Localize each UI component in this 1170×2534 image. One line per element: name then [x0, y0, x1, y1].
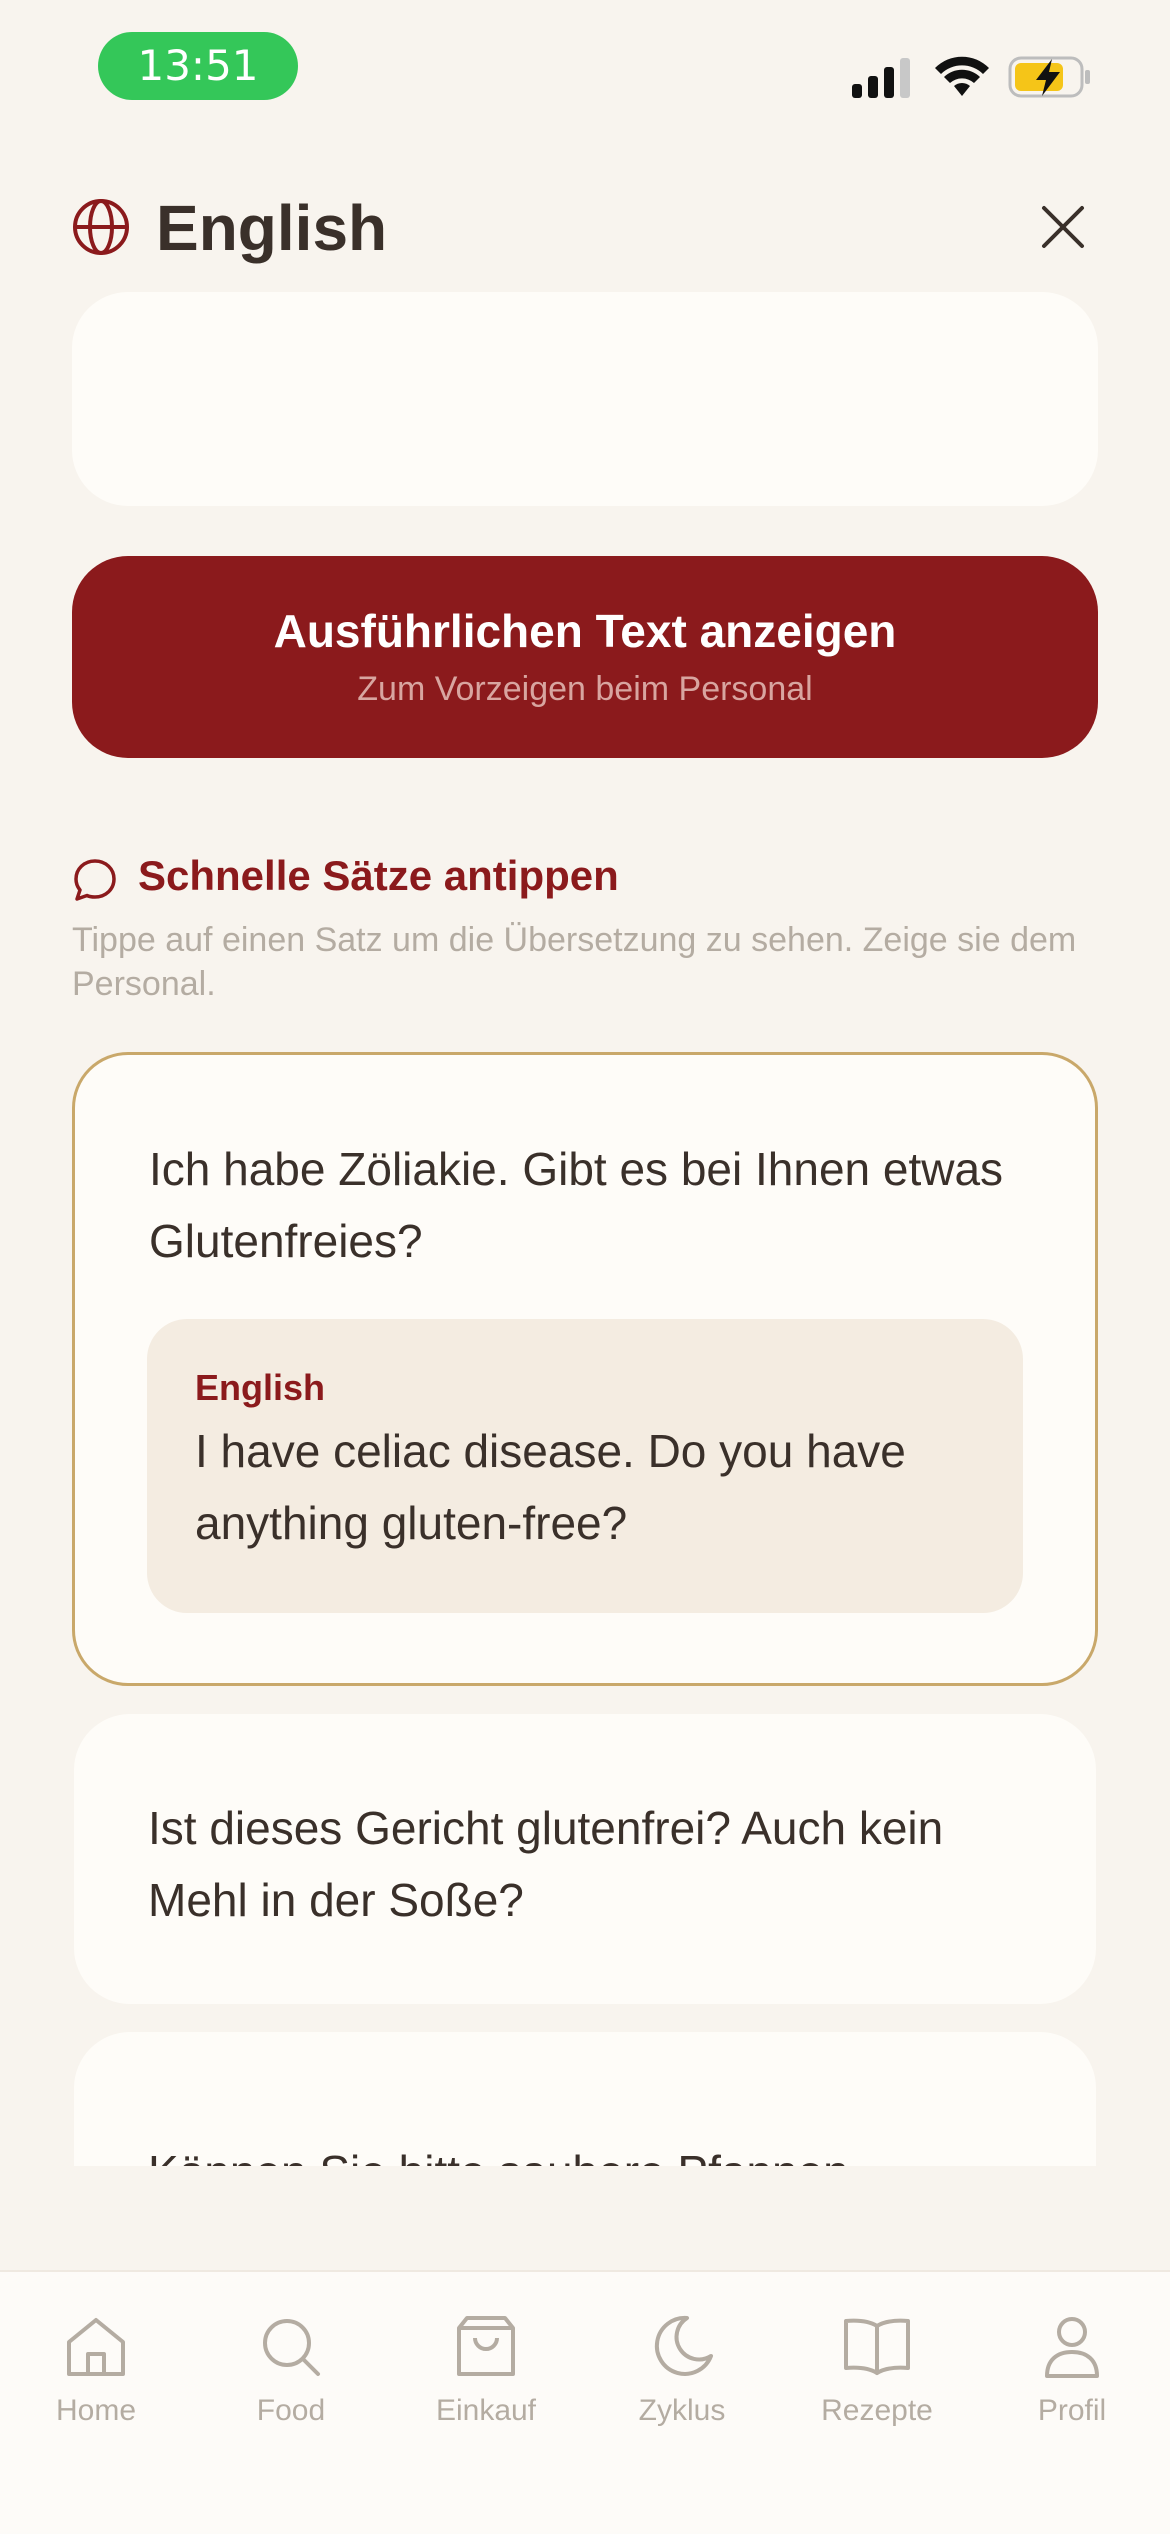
- search-icon: [263, 2319, 320, 2376]
- tab-label: Profil: [1037, 2394, 1107, 2427]
- translation-box: English I have celiac disease. Do you ha…: [147, 1319, 1023, 1613]
- tab-einkauf[interactable]: Einkauf: [396, 2312, 576, 2428]
- show-detailed-text-sublabel: Zum Vorzeigen beim Personal: [357, 670, 813, 708]
- battery-charging-icon: [1008, 56, 1090, 98]
- tab-zyklus[interactable]: Zyklus: [592, 2312, 772, 2428]
- quick-phrases-hint: Tippe auf einen Satz um die Übersetzung …: [72, 921, 1077, 1003]
- quick-phrases-title: Schnelle Sätze antippen: [138, 852, 619, 899]
- tab-profil[interactable]: Profil: [982, 2312, 1162, 2428]
- cellular-signal-icon: [852, 58, 910, 98]
- speech-bubble-icon: [74, 859, 116, 901]
- tab-label: Rezepte: [821, 2394, 933, 2427]
- show-detailed-text-label: Ausführlichen Text anzeigen: [273, 605, 897, 657]
- tab-label: Home: [55, 2394, 137, 2427]
- page-title: English: [156, 192, 388, 264]
- translation-text: I have celiac disease. Do you have anyth…: [195, 1425, 906, 1549]
- tab-rezepte[interactable]: Rezepte: [787, 2312, 967, 2428]
- globe-icon: [73, 199, 129, 255]
- phrase-card[interactable]: Ist dieses Gericht glutenfrei? Auch kein…: [74, 1714, 1096, 2004]
- translation-language-label: English: [195, 1367, 326, 1408]
- close-icon[interactable]: [1038, 202, 1088, 252]
- person-icon: [1045, 2317, 1099, 2378]
- tab-bar: Home Food Einkauf Zyklus Rezepte Profil: [0, 2270, 1170, 2534]
- tab-label: Zyklus: [638, 2394, 726, 2427]
- text-card: [72, 292, 1098, 506]
- show-detailed-text-button[interactable]: Ausführlichen Text anzeigen Zum Vorzeige…: [72, 556, 1098, 758]
- home-icon: [67, 2318, 125, 2376]
- tab-label: Food: [256, 2394, 326, 2427]
- tab-label: Einkauf: [435, 2394, 537, 2427]
- status-time: 13:51: [98, 32, 298, 100]
- moon-icon: [654, 2315, 713, 2376]
- phrase-text: Ich habe Zöliakie. Gibt es bei Ihnen etw…: [149, 1143, 1004, 1267]
- phrase-card[interactable]: Ich habe Zöliakie. Gibt es bei Ihnen etw…: [72, 1052, 1098, 1686]
- phrase-text: Ist dieses Gericht glutenfrei? Auch kein…: [148, 1802, 944, 1926]
- book-icon: [844, 2318, 910, 2375]
- tab-home[interactable]: Home: [6, 2312, 186, 2428]
- shopping-bag-icon: [457, 2316, 515, 2376]
- scroll-fade: [0, 2166, 1170, 2270]
- tab-food[interactable]: Food: [201, 2312, 381, 2428]
- wifi-icon: [935, 56, 989, 96]
